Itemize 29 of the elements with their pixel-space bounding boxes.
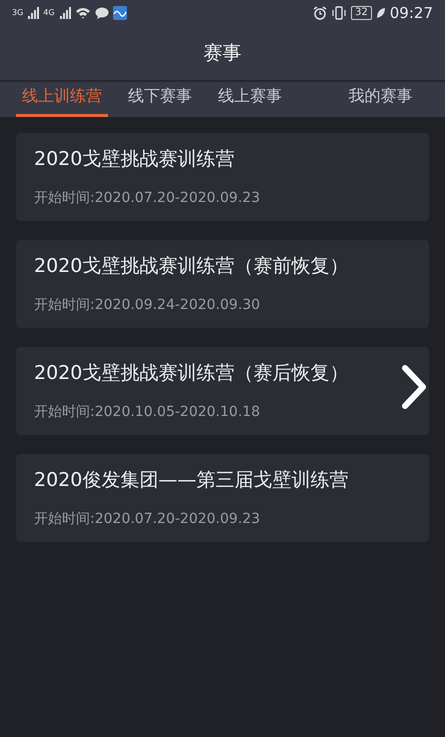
- wifi-icon: [74, 7, 91, 19]
- leaf-icon: [376, 7, 386, 19]
- chat-bubble-icon: [94, 7, 109, 19]
- event-title: 2020戈壁挑战赛训练营（赛前恢复）: [34, 254, 350, 279]
- event-date: 开始时间:2020.10.05-2020.10.18: [34, 402, 262, 422]
- signal-icon: [27, 7, 40, 19]
- tab[interactable]: 线上训练营: [16, 84, 108, 117]
- page-title: 赛事: [204, 40, 242, 66]
- event-title: 2020戈壁挑战赛训练营: [34, 147, 236, 172]
- event-date: 开始时间:2020.07.20-2020.09.23: [34, 510, 262, 528]
- network-type: 3G: [12, 9, 24, 17]
- tab[interactable]: 线上赛事: [212, 84, 288, 117]
- event-card[interactable]: 2020戈壁挑战赛训练营 开始时间:2020.07.20-2020.09.23: [16, 133, 429, 221]
- clock: 09:27: [390, 2, 433, 24]
- event-title: 2020俊发集团——第三届戈壁训练营: [34, 468, 350, 493]
- event-date: 开始时间:2020.07.20-2020.09.23: [34, 188, 262, 208]
- alarm-icon: [313, 6, 328, 20]
- event-date: 开始时间:2020.09.24-2020.09.30: [34, 296, 262, 314]
- battery-level: 32: [351, 6, 372, 20]
- event-card[interactable]: 2020戈壁挑战赛训练营（赛前恢复） 开始时间:2020.09.24-2020.09.30: [16, 240, 429, 328]
- tab[interactable]: 线下赛事: [122, 84, 198, 117]
- event-card[interactable]: 2020戈壁挑战赛训练营（赛后恢复） 开始时间:2020.10.05-2020.10.18: [16, 347, 429, 435]
- event-title: 2020戈壁挑战赛训练营（赛后恢复）: [34, 361, 350, 386]
- app-icon: [112, 6, 127, 20]
- signal-icon: [58, 7, 71, 19]
- network-type: 4G: [43, 9, 55, 17]
- vibrate-icon: [331, 6, 348, 20]
- event-card[interactable]: 2020俊发集团——第三届戈壁训练营 开始时间:2020.07.20-2020.09.23: [16, 454, 429, 542]
- tab[interactable]: 我的赛事: [302, 84, 429, 117]
